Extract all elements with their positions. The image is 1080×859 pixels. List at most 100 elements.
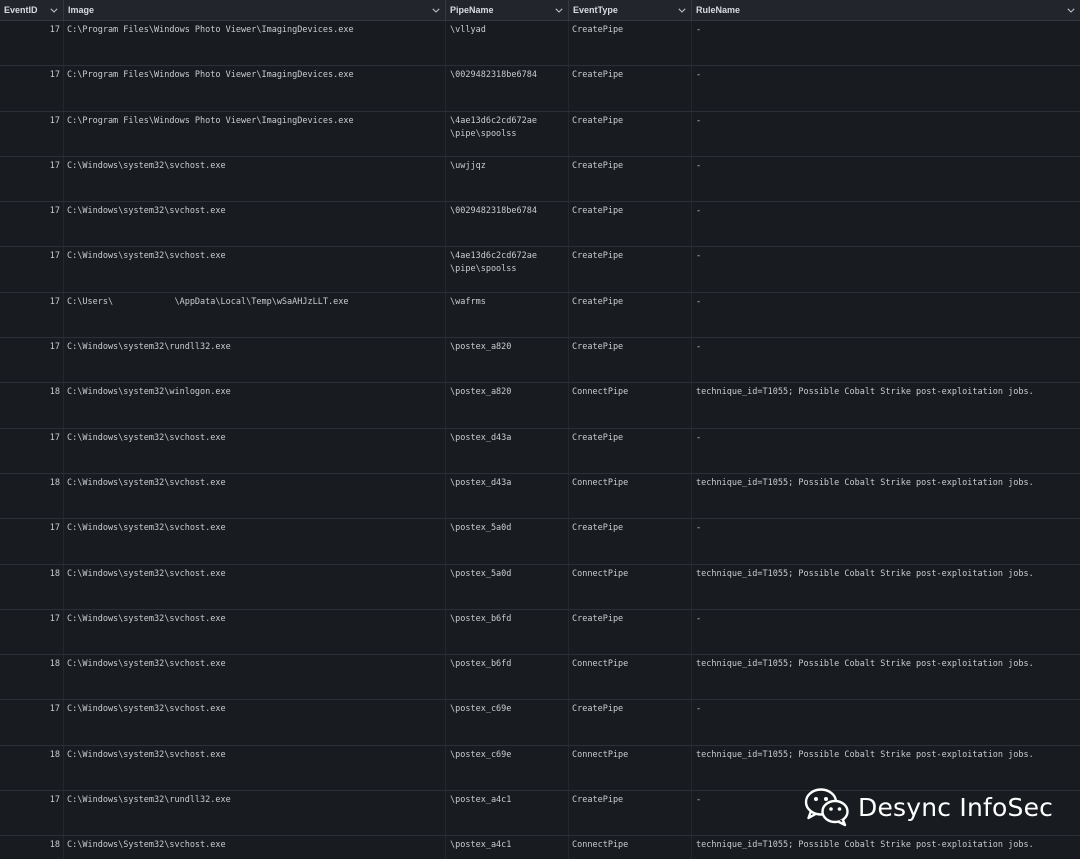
cell-rulename: - — [696, 296, 702, 307]
events-table: EventID Image PipeName EventType RuleNam… — [0, 0, 1080, 859]
cell-image: C:\Windows\system32\rundll32.exe — [64, 791, 446, 836]
table-row[interactable]: 18 C:\Windows\system32\svchost.exe \post… — [0, 655, 1080, 701]
cell-rulename: - — [696, 70, 702, 81]
cell-pipename: \4ae13d6c2cd672ae \pipe\spoolss — [446, 247, 569, 292]
cell-eventid: 18 — [0, 473, 64, 519]
table-row[interactable]: 17 C:\Program Files\Windows Photo Viewer… — [0, 111, 1080, 157]
cell-eventtype: CreatePipe — [569, 21, 692, 66]
cell-eventid: 18 — [0, 745, 64, 791]
cell-image: C:\Windows\system32\rundll32.exe — [64, 338, 446, 383]
table-row[interactable]: 17 C:\Users\ \AppData\Local\Temp\wSaAHJz… — [0, 292, 1080, 339]
cell-pipename: \postex_c69e — [446, 745, 569, 791]
cell-rulename: technique_id=T1055; Possible Cobalt Stri… — [696, 477, 1034, 488]
table-row[interactable]: 17 C:\Program Files\Windows Photo Viewer… — [0, 21, 1080, 67]
cell-pipename: \postex_a820 — [446, 338, 569, 383]
column-header-eventtype[interactable]: EventType — [569, 0, 692, 20]
cell-rulename: - — [696, 704, 702, 715]
cell-eventtype: ConnectPipe — [569, 564, 692, 609]
column-header-image[interactable]: Image — [64, 0, 446, 20]
cell-pipename: \postex_a4c1 — [446, 791, 569, 836]
cell-eventid: 17 — [0, 700, 64, 745]
cell-eventtype: CreatePipe — [569, 338, 692, 383]
cell-rulename: - — [696, 523, 702, 534]
cell-pipename: \postex_b6fd — [446, 655, 569, 700]
cell-image: C:\Windows\system32\svchost.exe — [64, 247, 446, 292]
cell-rulename: - — [696, 160, 702, 171]
cell-rulename: - — [696, 342, 702, 353]
table-row[interactable]: 17 C:\Windows\system32\svchost.exe \post… — [0, 519, 1080, 565]
table-row[interactable]: 18 C:\Windows\system32\svchost.exe \post… — [0, 564, 1080, 610]
column-header-label: RuleName — [696, 5, 741, 15]
table-row[interactable]: 17 C:\Windows\system32\svchost.exe \post… — [0, 700, 1080, 746]
cell-image: C:\Program Files\Windows Photo Viewer\Im… — [64, 21, 446, 66]
cell-eventid: 17 — [0, 247, 64, 292]
table-row[interactable]: 18 C:\Windows\system32\svchost.exe \post… — [0, 473, 1080, 520]
cell-image: C:\Windows\system32\svchost.exe — [64, 473, 446, 519]
table-header: EventID Image PipeName EventType RuleNam… — [0, 0, 1080, 21]
table-row[interactable]: 17 C:\Windows\system32\svchost.exe \4ae1… — [0, 247, 1080, 293]
cell-eventtype: CreatePipe — [569, 202, 692, 247]
chevron-down-icon[interactable] — [49, 0, 59, 20]
chevron-down-icon[interactable] — [1066, 0, 1076, 20]
cell-eventtype: ConnectPipe — [569, 383, 692, 428]
cell-eventid: 18 — [0, 383, 64, 428]
cell-image: C:\Windows\system32\svchost.exe — [64, 564, 446, 609]
cell-pipename: \postex_a4c1 — [446, 836, 569, 859]
watermark: Desync InfoSec — [804, 784, 1053, 830]
cell-image: C:\Windows\System32\svchost.exe — [64, 836, 446, 859]
cell-image: C:\Windows\system32\svchost.exe — [64, 655, 446, 700]
cell-rulename: - — [696, 25, 702, 35]
chevron-down-icon[interactable] — [554, 0, 564, 20]
cell-image: C:\Windows\system32\svchost.exe — [64, 156, 446, 202]
cell-eventtype: CreatePipe — [569, 428, 692, 473]
table-body: 17 C:\Program Files\Windows Photo Viewer… — [0, 21, 1080, 859]
cell-image: C:\Windows\system32\svchost.exe — [64, 745, 446, 791]
cell-image: C:\Program Files\Windows Photo Viewer\Im… — [64, 111, 446, 156]
cell-eventtype: CreatePipe — [569, 66, 692, 111]
column-header-eventid[interactable]: EventID — [0, 0, 64, 20]
table-row[interactable]: 17 C:\Windows\system32\rundll32.exe \pos… — [0, 338, 1080, 384]
cell-pipename: \postex_b6fd — [446, 609, 569, 655]
table-row[interactable]: 17 C:\Windows\system32\svchost.exe \post… — [0, 428, 1080, 474]
table-row[interactable]: 17 C:\Program Files\Windows Photo Viewer… — [0, 66, 1080, 112]
cell-eventid: 17 — [0, 519, 64, 564]
cell-image: C:\Program Files\Windows Photo Viewer\Im… — [64, 66, 446, 111]
chevron-down-icon[interactable] — [431, 0, 441, 20]
chevron-down-icon[interactable] — [677, 0, 687, 20]
cell-eventtype: CreatePipe — [569, 519, 692, 564]
cell-rulename: - — [696, 251, 702, 262]
cell-pipename: \vllyad — [446, 21, 569, 66]
cell-pipename: \postex_d43a — [446, 473, 569, 519]
column-header-label: EventID — [4, 5, 38, 15]
column-header-label: EventType — [573, 5, 618, 15]
cell-eventtype: CreatePipe — [569, 292, 692, 338]
column-header-rulename[interactable]: RuleName — [692, 0, 1080, 20]
table-row[interactable]: 18 C:\Windows\system32\winlogon.exe \pos… — [0, 383, 1080, 429]
cell-eventtype: CreatePipe — [569, 791, 692, 836]
cell-image: C:\Windows\system32\svchost.exe — [64, 428, 446, 473]
cell-rulename: technique_id=T1055; Possible Cobalt Stri… — [696, 840, 1034, 851]
cell-eventtype: ConnectPipe — [569, 473, 692, 519]
cell-eventid: 18 — [0, 655, 64, 700]
cell-rulename: technique_id=T1055; Possible Cobalt Stri… — [696, 659, 1034, 670]
table-row[interactable]: 17 C:\Windows\system32\svchost.exe \post… — [0, 609, 1080, 656]
cell-eventid: 17 — [0, 156, 64, 202]
cell-eventid: 18 — [0, 564, 64, 609]
cell-eventid: 18 — [0, 836, 64, 859]
table-row[interactable]: 18 C:\Windows\System32\svchost.exe \post… — [0, 836, 1080, 859]
cell-pipename: \uwjjqz — [446, 156, 569, 202]
cell-image: C:\Windows\system32\svchost.exe — [64, 609, 446, 655]
table-row[interactable]: 17 C:\Windows\system32\svchost.exe \uwjj… — [0, 156, 1080, 203]
column-header-pipename[interactable]: PipeName — [446, 0, 569, 20]
wechat-logo-icon — [804, 788, 849, 827]
cell-image: C:\Windows\system32\svchost.exe — [64, 202, 446, 247]
cell-eventtype: CreatePipe — [569, 156, 692, 202]
table-row[interactable]: 17 C:\Windows\system32\svchost.exe \0029… — [0, 202, 1080, 248]
cell-eventid: 17 — [0, 428, 64, 473]
cell-pipename: \0029482318be6784 — [446, 202, 569, 247]
cell-pipename: \4ae13d6c2cd672ae \pipe\spoolss — [446, 111, 569, 156]
cell-image: C:\Windows\system32\svchost.exe — [64, 519, 446, 564]
cell-pipename: \postex_5a0d — [446, 564, 569, 609]
cell-eventtype: ConnectPipe — [569, 745, 692, 791]
watermark-text: Desync InfoSec — [858, 792, 1054, 822]
